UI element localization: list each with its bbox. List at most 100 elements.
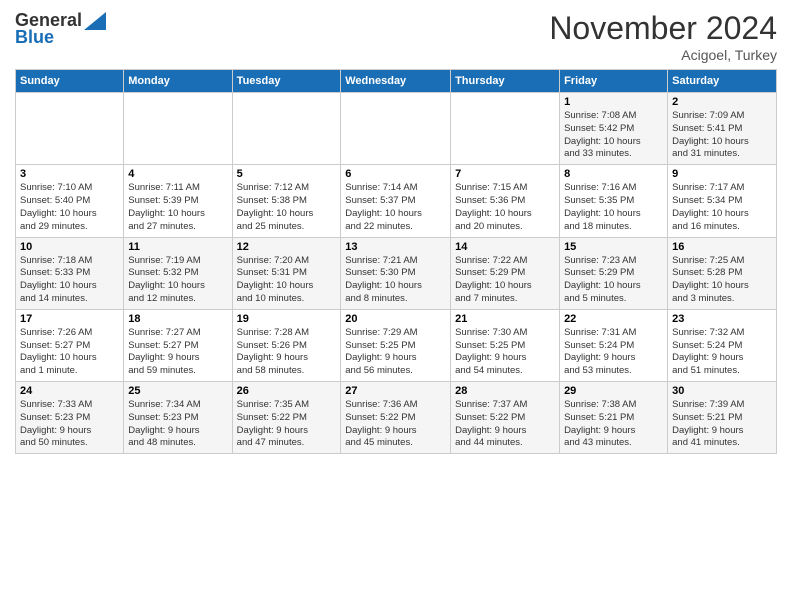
day-number: 19: [237, 313, 337, 325]
day-info: Sunrise: 7:30 AMSunset: 5:25 PMDaylight:…: [455, 327, 555, 378]
calendar-cell: 19 Sunrise: 7:28 AMSunset: 5:26 PMDayligh…: [232, 309, 341, 381]
calendar-cell: 27 Sunrise: 7:36 AMSunset: 5:22 PMDayligh…: [341, 382, 451, 454]
calendar-cell: 4 Sunrise: 7:11 AMSunset: 5:39 PMDaylight…: [124, 165, 232, 237]
calendar-cell: 14 Sunrise: 7:22 AMSunset: 5:29 PMDayligh…: [451, 237, 560, 309]
day-info: Sunrise: 7:26 AMSunset: 5:27 PMDaylight:…: [20, 327, 119, 378]
calendar-cell: 29 Sunrise: 7:38 AMSunset: 5:21 PMDayligh…: [560, 382, 668, 454]
weekday-header: Friday: [560, 70, 668, 93]
day-number: 18: [128, 313, 227, 325]
day-number: 3: [20, 168, 119, 180]
location: Acigoel, Turkey: [549, 47, 777, 63]
day-number: 5: [237, 168, 337, 180]
calendar-cell: 2 Sunrise: 7:09 AMSunset: 5:41 PMDaylight…: [668, 93, 777, 165]
calendar-cell: 8 Sunrise: 7:16 AMSunset: 5:35 PMDaylight…: [560, 165, 668, 237]
calendar-week-row: 1Sunrise: 7:08 AMSunset: 5:42 PMDaylight…: [16, 93, 777, 165]
calendar-cell: [232, 93, 341, 165]
day-info: Sunrise: 7:09 AMSunset: 5:41 PMDaylight:…: [672, 110, 772, 161]
day-info: Sunrise: 7:10 AMSunset: 5:40 PMDaylight:…: [20, 182, 119, 233]
calendar-cell: 26Sunrise: 7:35 AMSunset: 5:22 PMDayligh…: [232, 382, 341, 454]
logo: General Blue: [15, 10, 106, 48]
day-number: 11: [128, 241, 227, 253]
calendar-cell: 11 Sunrise: 7:19 AMSunset: 5:32 PMDayligh…: [124, 237, 232, 309]
day-number: 1: [564, 96, 663, 108]
day-number: 16: [672, 241, 772, 253]
calendar-cell: 22Sunrise: 7:31 AMSunset: 5:24 PMDayligh…: [560, 309, 668, 381]
day-info: Sunrise: 7:12 AMSunset: 5:38 PMDaylight:…: [237, 182, 337, 233]
calendar-cell: 12 Sunrise: 7:20 AMSunset: 5:31 PMDayligh…: [232, 237, 341, 309]
day-info: Sunrise: 7:25 AMSunset: 5:28 PMDaylight:…: [672, 255, 772, 306]
day-number: 29: [564, 385, 663, 397]
calendar-cell: 5 Sunrise: 7:12 AMSunset: 5:38 PMDaylight…: [232, 165, 341, 237]
day-info: Sunrise: 7:18 AMSunset: 5:33 PMDaylight:…: [20, 255, 119, 306]
calendar-cell: 30Sunrise: 7:39 AMSunset: 5:21 PMDayligh…: [668, 382, 777, 454]
day-number: 21: [455, 313, 555, 325]
calendar-cell: [451, 93, 560, 165]
day-number: 28: [455, 385, 555, 397]
calendar-cell: 25Sunrise: 7:34 AMSunset: 5:23 PMDayligh…: [124, 382, 232, 454]
day-info: Sunrise: 7:17 AMSunset: 5:34 PMDaylight:…: [672, 182, 772, 233]
day-number: 25: [128, 385, 227, 397]
day-info: Sunrise: 7:15 AMSunset: 5:36 PMDaylight:…: [455, 182, 555, 233]
calendar-week-row: 24 Sunrise: 7:33 AMSunset: 5:23 PMDayligh…: [16, 382, 777, 454]
day-number: 9: [672, 168, 772, 180]
calendar-cell: 7 Sunrise: 7:15 AMSunset: 5:36 PMDaylight…: [451, 165, 560, 237]
day-number: 20: [345, 313, 446, 325]
day-number: 8: [564, 168, 663, 180]
calendar-cell: 13 Sunrise: 7:21 AMSunset: 5:30 PMDayligh…: [341, 237, 451, 309]
calendar-cell: 28 Sunrise: 7:37 AMSunset: 5:22 PMDayligh…: [451, 382, 560, 454]
day-number: 27: [345, 385, 446, 397]
day-number: 14: [455, 241, 555, 253]
title-block: November 2024 Acigoel, Turkey: [549, 10, 777, 63]
day-info: Sunrise: 7:19 AMSunset: 5:32 PMDaylight:…: [128, 255, 227, 306]
calendar-cell: [341, 93, 451, 165]
calendar-cell: 1Sunrise: 7:08 AMSunset: 5:42 PMDaylight…: [560, 93, 668, 165]
day-number: 2: [672, 96, 772, 108]
calendar-header-row: SundayMondayTuesdayWednesdayThursdayFrid…: [16, 70, 777, 93]
day-info: Sunrise: 7:33 AMSunset: 5:23 PMDaylight:…: [20, 399, 119, 450]
day-number: 17: [20, 313, 119, 325]
calendar-cell: [124, 93, 232, 165]
day-info: Sunrise: 7:38 AMSunset: 5:21 PMDaylight:…: [564, 399, 663, 450]
weekday-header: Sunday: [16, 70, 124, 93]
day-info: Sunrise: 7:21 AMSunset: 5:30 PMDaylight:…: [345, 255, 446, 306]
weekday-header: Wednesday: [341, 70, 451, 93]
day-info: Sunrise: 7:11 AMSunset: 5:39 PMDaylight:…: [128, 182, 227, 233]
calendar-cell: 24 Sunrise: 7:33 AMSunset: 5:23 PMDayligh…: [16, 382, 124, 454]
calendar-cell: 3 Sunrise: 7:10 AMSunset: 5:40 PMDaylight…: [16, 165, 124, 237]
day-number: 4: [128, 168, 227, 180]
day-info: Sunrise: 7:23 AMSunset: 5:29 PMDaylight:…: [564, 255, 663, 306]
day-number: 23: [672, 313, 772, 325]
day-number: 13: [345, 241, 446, 253]
calendar-cell: 15 Sunrise: 7:23 AMSunset: 5:29 PMDayligh…: [560, 237, 668, 309]
logo-blue: Blue: [15, 27, 54, 48]
header: General Blue November 2024 Acigoel, Turk…: [15, 10, 777, 63]
calendar-cell: 20Sunrise: 7:29 AMSunset: 5:25 PMDayligh…: [341, 309, 451, 381]
calendar-cell: 16 Sunrise: 7:25 AMSunset: 5:28 PMDayligh…: [668, 237, 777, 309]
day-number: 24: [20, 385, 119, 397]
day-number: 7: [455, 168, 555, 180]
day-info: Sunrise: 7:28 AMSunset: 5:26 PMDaylight:…: [237, 327, 337, 378]
day-info: Sunrise: 7:32 AMSunset: 5:24 PMDaylight:…: [672, 327, 772, 378]
calendar-week-row: 10 Sunrise: 7:18 AMSunset: 5:33 PMDayligh…: [16, 237, 777, 309]
weekday-header: Thursday: [451, 70, 560, 93]
day-info: Sunrise: 7:14 AMSunset: 5:37 PMDaylight:…: [345, 182, 446, 233]
day-info: Sunrise: 7:16 AMSunset: 5:35 PMDaylight:…: [564, 182, 663, 233]
weekday-header: Saturday: [668, 70, 777, 93]
day-info: Sunrise: 7:36 AMSunset: 5:22 PMDaylight:…: [345, 399, 446, 450]
day-info: Sunrise: 7:22 AMSunset: 5:29 PMDaylight:…: [455, 255, 555, 306]
day-number: 15: [564, 241, 663, 253]
calendar-cell: 10 Sunrise: 7:18 AMSunset: 5:33 PMDayligh…: [16, 237, 124, 309]
calendar-cell: 18 Sunrise: 7:27 AMSunset: 5:27 PMDayligh…: [124, 309, 232, 381]
day-number: 10: [20, 241, 119, 253]
day-info: Sunrise: 7:31 AMSunset: 5:24 PMDaylight:…: [564, 327, 663, 378]
day-info: Sunrise: 7:37 AMSunset: 5:22 PMDaylight:…: [455, 399, 555, 450]
calendar-cell: 17 Sunrise: 7:26 AMSunset: 5:27 PMDayligh…: [16, 309, 124, 381]
day-info: Sunrise: 7:39 AMSunset: 5:21 PMDaylight:…: [672, 399, 772, 450]
day-info: Sunrise: 7:27 AMSunset: 5:27 PMDaylight:…: [128, 327, 227, 378]
day-info: Sunrise: 7:20 AMSunset: 5:31 PMDaylight:…: [237, 255, 337, 306]
day-number: 26: [237, 385, 337, 397]
day-number: 12: [237, 241, 337, 253]
calendar-cell: [16, 93, 124, 165]
calendar-cell: 23 Sunrise: 7:32 AMSunset: 5:24 PMDayligh…: [668, 309, 777, 381]
calendar-table: SundayMondayTuesdayWednesdayThursdayFrid…: [15, 69, 777, 454]
